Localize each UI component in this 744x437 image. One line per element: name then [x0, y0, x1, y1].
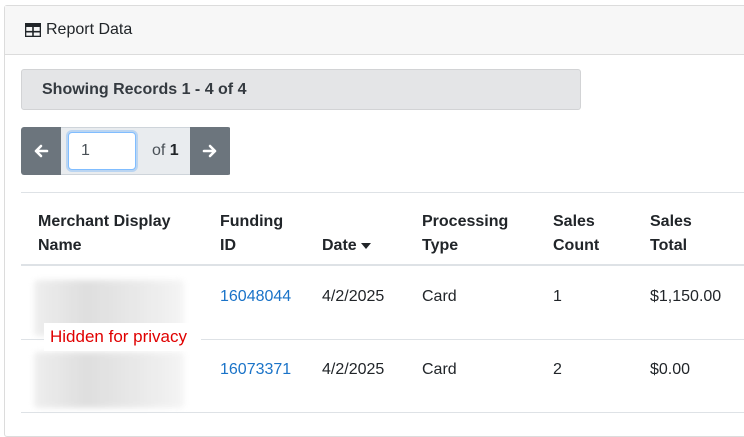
- header-funding-id[interactable]: Funding ID: [220, 210, 283, 258]
- processing-type-cell: Card: [422, 288, 457, 305]
- header-merchant-name[interactable]: Merchant Display Name: [38, 210, 170, 258]
- sales-total-cell: $1,150.00: [650, 288, 722, 305]
- table-top-border: [21, 192, 744, 193]
- table-header-border: [21, 264, 744, 266]
- date-cell: 4/2/2025: [322, 361, 385, 378]
- page-input-group: of 1: [61, 127, 190, 175]
- funding-id-link[interactable]: 16048044: [220, 287, 291, 307]
- records-count-bar: Showing Records 1 - 4 of 4: [21, 69, 581, 110]
- redacted-merchant-name: [34, 352, 184, 408]
- pager: of 1: [21, 127, 231, 175]
- arrow-right-icon: [202, 144, 217, 158]
- header-sales-total[interactable]: Sales Total: [650, 210, 692, 258]
- sort-desc-icon: [360, 242, 371, 249]
- sales-total-cell: $0.00: [650, 361, 691, 378]
- sales-count-cell: 1: [553, 288, 562, 305]
- privacy-note: Hidden for privacy: [44, 323, 201, 351]
- next-page-button[interactable]: [190, 127, 230, 175]
- funding-id-link[interactable]: 16073371: [220, 360, 291, 380]
- prev-page-button[interactable]: [21, 127, 61, 175]
- records-count-text: Showing Records 1 - 4 of 4: [42, 80, 247, 98]
- page-total-label: of 1: [152, 142, 179, 159]
- panel-header: Report Data: [5, 6, 744, 55]
- row-divider: [21, 412, 744, 413]
- header-date[interactable]: Date: [322, 234, 371, 258]
- header-sales-count[interactable]: Sales Count: [553, 210, 599, 258]
- processing-type-cell: Card: [422, 361, 457, 378]
- date-cell: 4/2/2025: [322, 288, 385, 305]
- sales-count-cell: 2: [553, 361, 562, 378]
- page-number-input[interactable]: [68, 132, 136, 170]
- panel-title: Report Data: [46, 21, 133, 38]
- arrow-left-icon: [34, 144, 49, 158]
- table-icon: [25, 23, 41, 37]
- header-processing-type[interactable]: Processing Type: [422, 210, 508, 258]
